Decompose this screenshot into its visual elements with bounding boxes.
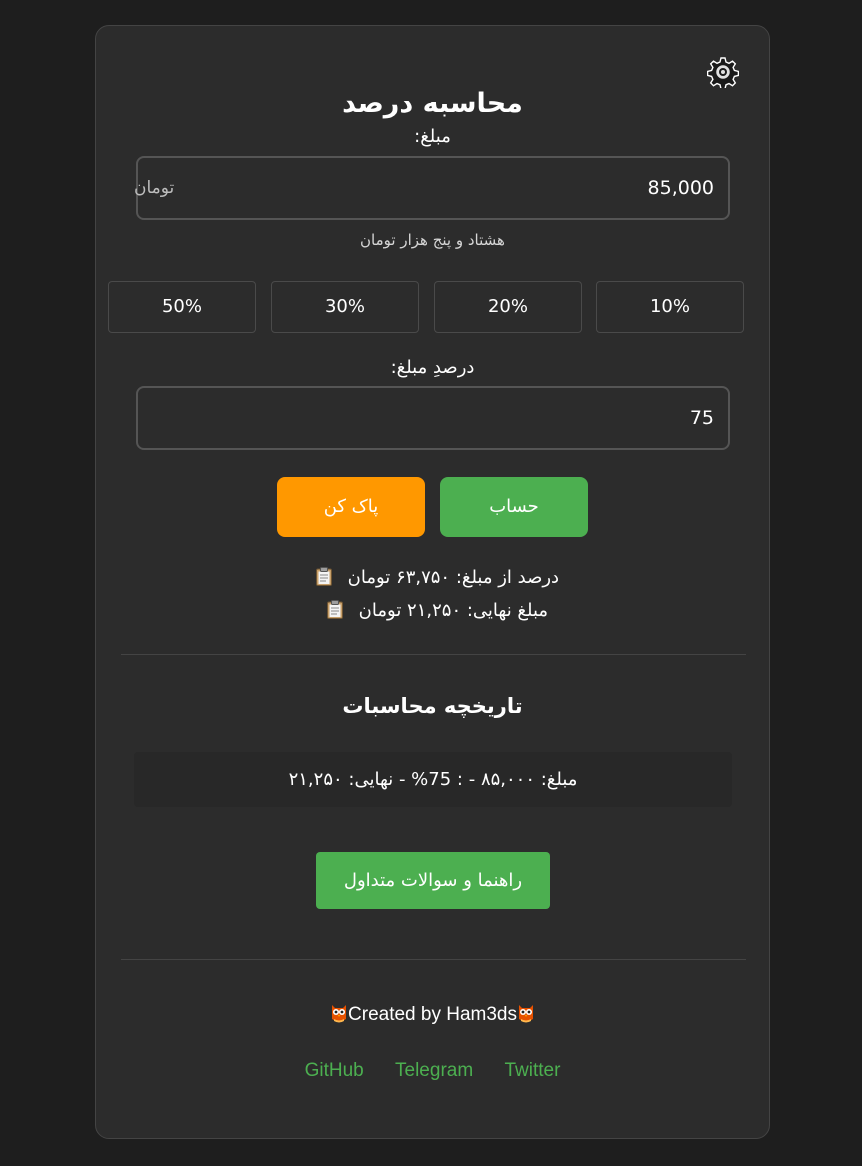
owl-icon [330,1002,348,1024]
clipboard-icon[interactable] [315,567,332,586]
percent-input[interactable]: 75 [136,386,730,450]
footer-credit: Created by Ham3ds [96,1002,769,1026]
amount-input[interactable]: 85,000 تومان [134,156,730,220]
result-final-amount: مبلغ نهایی: ۲۱,۲۵۰ تومان [96,600,769,621]
clear-button[interactable]: پاک کن [277,477,425,537]
percent-button-20[interactable]: 20% [434,281,582,333]
faq-button[interactable]: راهنما و سوالات متداول [316,852,550,909]
twitter-link[interactable]: Twitter [504,1060,560,1081]
gear-icon[interactable] [706,56,740,90]
history-item: مبلغ: ۸۵,۰۰۰ - : 75% - نهایی: ۲۱,۲۵۰ [288,769,578,790]
divider [121,959,746,960]
currency-unit: تومان [134,178,175,198]
percent-label: درصدِ مبلغ: [390,357,475,378]
history-title: تاریخچه محاسبات [342,694,523,718]
result-final-text: مبلغ نهایی: ۲۱,۲۵۰ تومان [358,600,549,621]
result-percent-of-amount: درصد از مبلغ: ۶۳,۷۵۰ تومان [96,567,769,588]
page-title: محاسبه درصد [342,88,523,119]
percent-button-50[interactable]: 50% [108,281,256,333]
telegram-link[interactable]: Telegram [395,1060,473,1081]
amount-label: مبلغ: [414,126,451,147]
amount-in-words: هشتاد و پنج هزار تومان [360,231,505,249]
percent-button-30[interactable]: 30% [271,281,419,333]
calculator-card: محاسبه درصد مبلغ: 85,000 تومان هشتاد و پ… [95,25,770,1139]
amount-value: 85,000 [647,177,714,199]
percent-button-10[interactable]: 10% [596,281,744,333]
github-link[interactable]: GitHub [305,1060,364,1081]
calculate-button[interactable]: حساب [440,477,588,537]
history-list: مبلغ: ۸۵,۰۰۰ - : 75% - نهایی: ۲۱,۲۵۰ [134,752,732,807]
divider [121,654,746,655]
credit-text: Created by Ham3ds [348,1004,517,1025]
percent-value: 75 [689,407,714,429]
result-percent-text: درصد از مبلغ: ۶۳,۷۵۰ تومان [347,567,560,588]
owl-icon [517,1002,535,1024]
footer-links: GitHub Telegram Twitter [96,1060,769,1082]
clipboard-icon[interactable] [326,600,343,619]
